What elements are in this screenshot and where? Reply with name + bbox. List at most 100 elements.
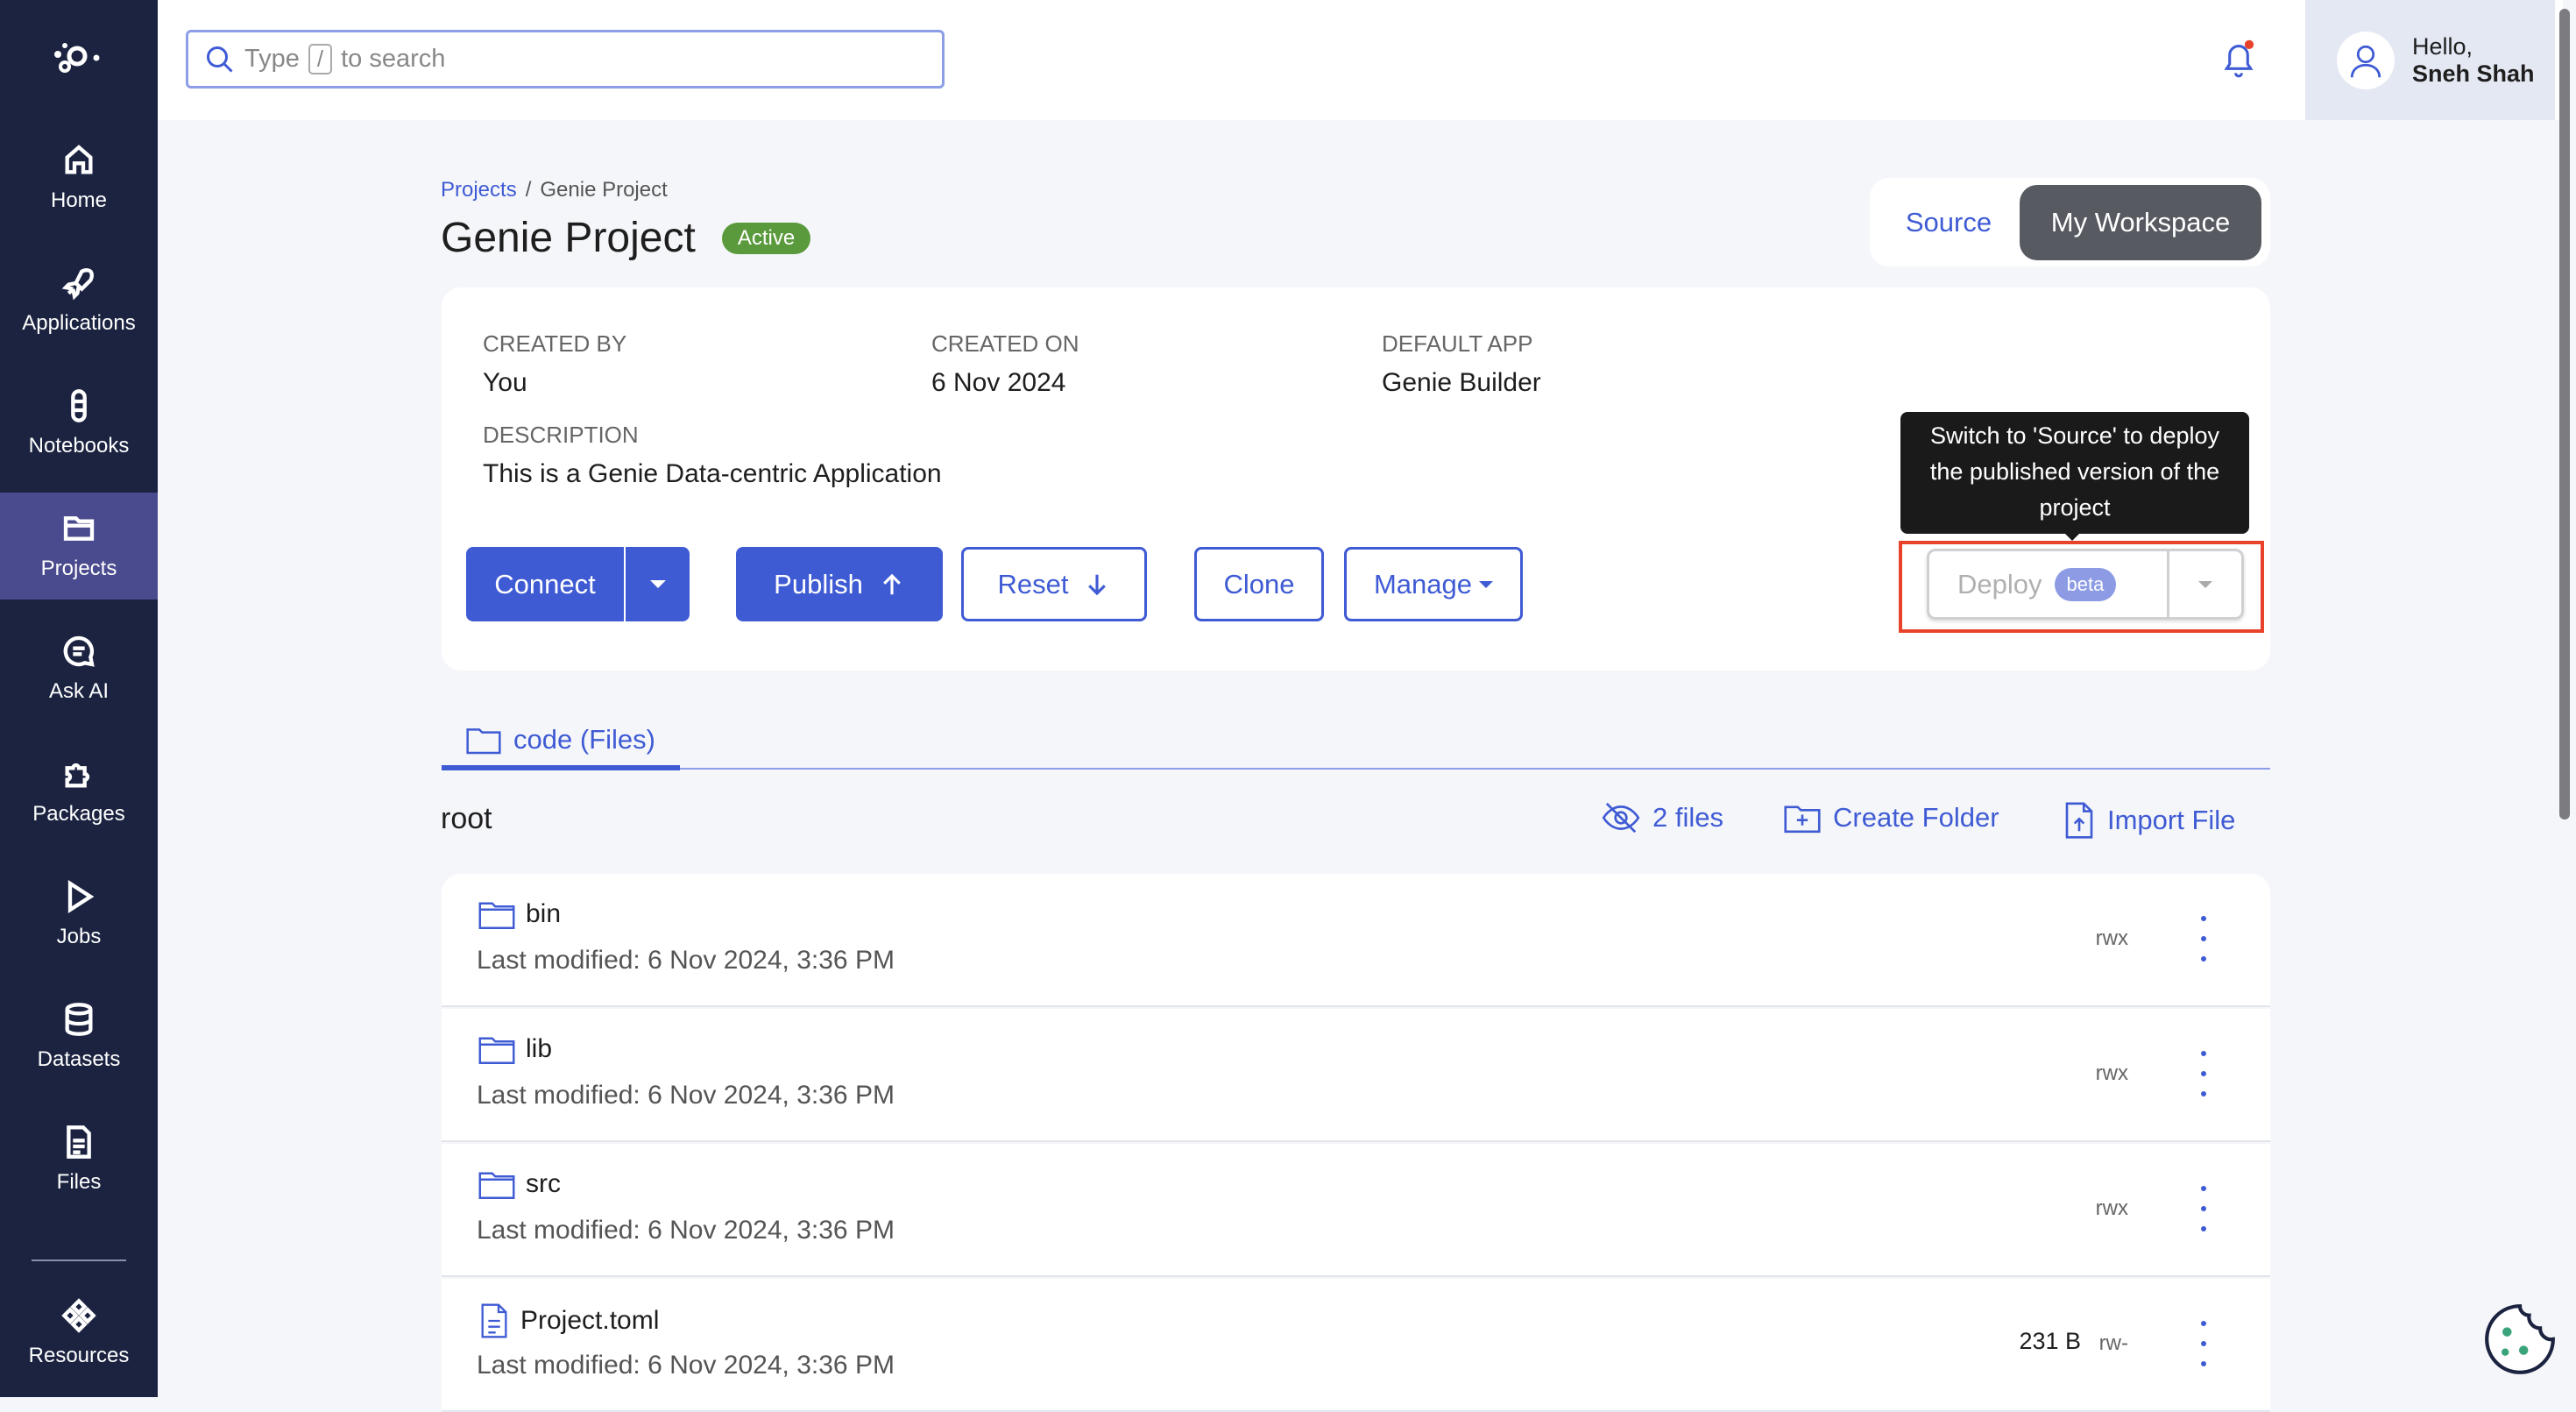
file-permissions: rwx (2095, 1061, 2128, 1085)
sidebar-item-label: Ask AI (48, 679, 110, 703)
resources-icon (61, 1298, 96, 1333)
file-name[interactable]: bin (478, 898, 561, 930)
file-name-label: src (526, 1169, 561, 1198)
database-icon (65, 1003, 93, 1036)
sidebar-divider (32, 1259, 126, 1261)
sidebar-item-label: Notebooks (28, 434, 130, 458)
sidebar-item-ask-ai[interactable]: Ask AI (0, 615, 158, 722)
sidebar-item-label: Applications (22, 311, 136, 335)
beta-badge: beta (2054, 567, 2117, 601)
file-name[interactable]: Project.toml (478, 1303, 659, 1338)
publish-button[interactable]: Publish (736, 547, 943, 621)
publish-label: Publish (774, 568, 863, 600)
more-options-icon[interactable] (2198, 916, 2209, 961)
deploy-label: Deploy (1957, 568, 2042, 600)
sidebar-item-jobs[interactable]: Jobs (0, 861, 158, 968)
file-name[interactable]: src (478, 1168, 561, 1200)
import-file-button[interactable]: Import File (2063, 802, 2235, 839)
more-options-icon[interactable] (2198, 1186, 2209, 1231)
file-permissions: rwx (2095, 1196, 2128, 1220)
created-by-label: CREATED BY (483, 330, 627, 357)
last-modified: Last modified: 6 Nov 2024, 3:36 PM (477, 1351, 895, 1380)
description-value: This is a Genie Data-centric Application (483, 459, 942, 488)
default-app-label: DEFAULT APP (1382, 330, 1533, 357)
sidebar-item-label: Files (56, 1170, 102, 1194)
created-on-value: 6 Nov 2024 (931, 368, 1066, 397)
folder-icon (466, 728, 501, 755)
created-on-label: CREATED ON (931, 330, 1079, 357)
default-app-value: Genie Builder (1382, 368, 1541, 397)
sidebar-item-datasets[interactable]: Datasets (0, 983, 158, 1090)
scrollbar[interactable] (2559, 9, 2570, 820)
file-row[interactable]: bin Last modified: 6 Nov 2024, 3:36 PM rwx (442, 874, 2270, 1007)
search-input[interactable]: Type / to search (186, 30, 945, 89)
tab-label: code (Files) (513, 724, 655, 755)
caret-down-icon (2198, 580, 2212, 595)
sidebar-item-applications[interactable]: Applications (0, 247, 158, 354)
hidden-files-toggle[interactable]: 2 files (1602, 802, 1723, 834)
puzzle-icon (65, 763, 90, 788)
reset-button[interactable]: Reset (961, 547, 1147, 621)
rocket-icon (61, 268, 94, 301)
created-by-value: You (483, 368, 527, 397)
breadcrumb-projects-link[interactable]: Projects (441, 178, 517, 202)
sidebar-item-label: Projects (40, 557, 117, 580)
folder-icon (63, 516, 95, 541)
shortcut-key: / (308, 44, 333, 75)
notebook-icon (71, 389, 87, 422)
connect-button[interactable]: Connect (466, 547, 624, 621)
deploy-button[interactable]: Deploy beta (1929, 551, 2169, 617)
status-badge: Active (721, 222, 811, 254)
import-file-label: Import File (2107, 805, 2236, 835)
current-path: root (441, 802, 492, 835)
sidebar-item-packages[interactable]: Packages (0, 738, 158, 845)
sidebar-item-notebooks[interactable]: Notebooks (0, 370, 158, 477)
sidebar-item-label: Resources (28, 1344, 130, 1367)
deploy-tooltip: Switch to 'Source' to deploy the publish… (1900, 412, 2249, 534)
connect-dropdown-button[interactable] (626, 547, 690, 621)
file-row[interactable]: lib Last modified: 6 Nov 2024, 3:36 PM rwx (442, 1009, 2270, 1142)
more-options-icon[interactable] (2198, 1321, 2209, 1366)
folder-icon (478, 1172, 515, 1199)
sidebar-item-home[interactable]: Home (0, 124, 158, 231)
sidebar-item-label: Home (50, 188, 108, 212)
deploy-dropdown-button[interactable] (2169, 551, 2241, 617)
search-placeholder-suffix: to search (341, 45, 446, 73)
sidebar-item-projects[interactable]: Projects (0, 493, 158, 600)
file-row[interactable]: Project.toml Last modified: 6 Nov 2024, 3… (442, 1279, 2270, 1412)
file-row[interactable]: src Last modified: 6 Nov 2024, 3:36 PM rwx (442, 1144, 2270, 1277)
file-icon (67, 1125, 91, 1159)
file-name[interactable]: lib (478, 1033, 552, 1065)
breadcrumb-current: Genie Project (540, 178, 668, 202)
sidebar-item-files[interactable]: Files (0, 1106, 158, 1213)
user-menu[interactable]: Hello, Sneh Shah (2305, 0, 2555, 120)
cookie-settings-icon[interactable] (2483, 1302, 2557, 1376)
sidebar-item-label: Packages (32, 802, 125, 826)
page-title: Genie Project (441, 215, 696, 261)
sidebar: Home Applications Notebooks Projects Ask AI P… (0, 0, 158, 1397)
manage-label: Manage (1373, 568, 1473, 600)
more-options-icon[interactable] (2198, 1051, 2209, 1096)
view-toggle: Source My Workspace (1870, 178, 2270, 266)
bell-icon[interactable] (2220, 39, 2257, 81)
sidebar-item-resources[interactable]: Resources (0, 1280, 158, 1387)
create-folder-button[interactable]: Create Folder (1784, 802, 1999, 834)
sidebar-item-label: Jobs (56, 925, 102, 948)
breadcrumb-separator: / (525, 178, 532, 202)
sidebar-item-label: Datasets (37, 1047, 121, 1071)
clone-button[interactable]: Clone (1194, 547, 1324, 621)
caret-down-icon (1479, 580, 1494, 595)
avatar (2337, 31, 2395, 89)
manage-button[interactable]: Manage (1344, 547, 1523, 621)
description-label: DESCRIPTION (483, 422, 639, 448)
logo-icon[interactable] (51, 39, 107, 81)
arrow-down-icon (1088, 574, 1107, 595)
workspace-toggle[interactable]: My Workspace (2020, 184, 2261, 260)
last-modified: Last modified: 6 Nov 2024, 3:36 PM (477, 1216, 895, 1245)
caret-down-icon (649, 580, 666, 596)
tab-code-files[interactable]: code (Files) (442, 714, 680, 770)
search-placeholder-prefix: Type (244, 45, 300, 73)
tab-divider (442, 768, 2270, 770)
source-toggle[interactable]: Source (1879, 207, 2019, 238)
reset-label: Reset (997, 568, 1069, 600)
